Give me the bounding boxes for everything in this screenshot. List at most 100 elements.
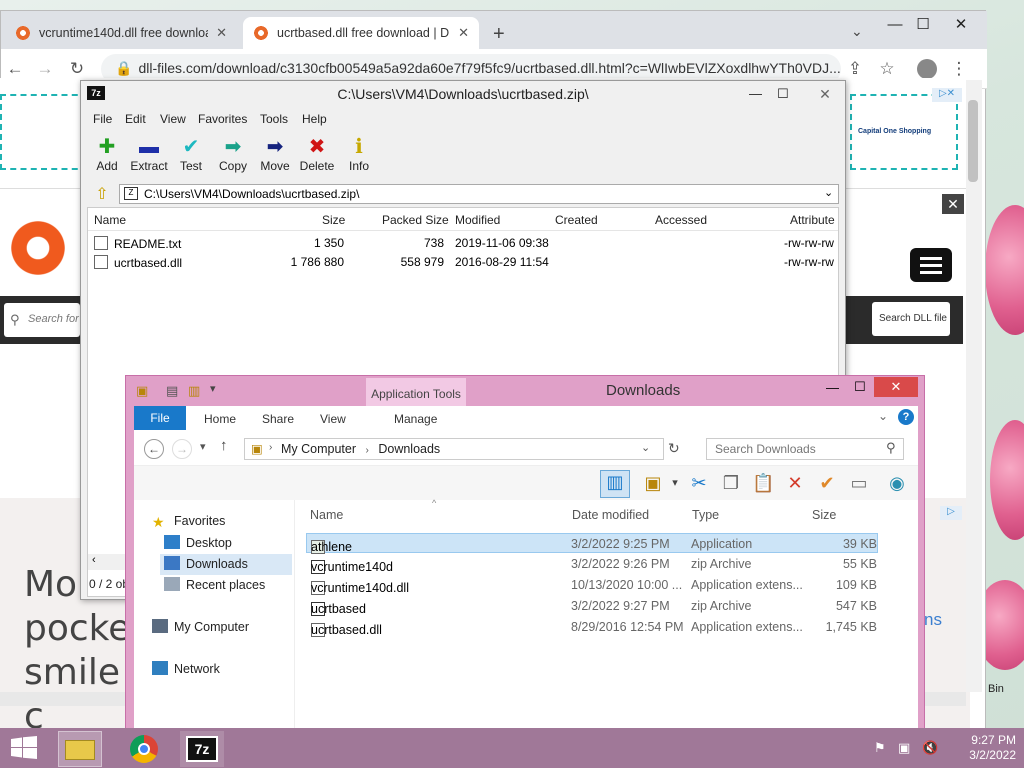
chrome-taskbar-icon[interactable] (122, 731, 166, 767)
table-row[interactable]: README.txt (94, 236, 181, 251)
checkmark-icon[interactable]: ✔ (816, 472, 838, 494)
nav-recent-places[interactable]: Recent places (164, 577, 265, 592)
tab-share[interactable]: Share (262, 412, 294, 426)
forward-icon[interactable]: → (172, 439, 192, 459)
new-folder-icon[interactable]: ▥ (188, 383, 200, 399)
breadcrumb-my-computer[interactable]: My Computer (281, 442, 356, 456)
new-tab-button[interactable]: + (493, 23, 505, 46)
col-name[interactable]: Name (94, 213, 126, 227)
hamburger-menu-button[interactable] (910, 248, 952, 282)
search-downloads-input[interactable]: Search Downloads (706, 438, 904, 460)
preview-pane-icon[interactable]: ▥ (600, 470, 630, 498)
back-icon[interactable]: ← (144, 439, 164, 459)
back-icon[interactable]: ← (5, 59, 25, 79)
add-button[interactable]: ✚ Add (84, 135, 130, 173)
quick-access-folder-icon[interactable]: ▣ (136, 383, 148, 399)
close-icon[interactable]: ✕ (943, 11, 979, 41)
rename-icon[interactable]: ▭ (848, 472, 870, 494)
delete-icon[interactable]: ✕ (784, 472, 806, 494)
recent-locations-icon[interactable]: ▾ (200, 440, 206, 453)
up-arrow-icon[interactable]: ↑ (220, 437, 228, 454)
menu-edit[interactable]: Edit (125, 112, 146, 126)
maximize-icon[interactable]: ☐ (777, 81, 789, 107)
menu-kebab-icon[interactable]: ⋮ (949, 59, 969, 79)
col-created[interactable]: Created (555, 213, 598, 227)
ad-choices-icon[interactable]: ▷✕ (932, 88, 962, 102)
share-icon[interactable]: ⇪ (845, 59, 865, 79)
close-icon[interactable]: ✕ (874, 377, 918, 397)
col-modified[interactable]: Modified (455, 213, 500, 227)
info-button[interactable]: ℹ Info (336, 135, 382, 173)
ribbon-expand-icon[interactable]: ⌄ (878, 409, 888, 423)
profile-avatar[interactable] (917, 59, 937, 79)
tab-file[interactable]: File (134, 406, 186, 430)
file-explorer-taskbar-icon[interactable] (58, 731, 102, 767)
col-attribute[interactable]: Attribute (790, 213, 835, 227)
7zip-taskbar-icon[interactable]: 7z (180, 731, 224, 767)
help-icon[interactable]: ? (898, 409, 914, 425)
chevron-down-icon[interactable]: ▾ (664, 472, 686, 494)
paste-icon[interactable]: 📋 (752, 472, 774, 494)
extract-button[interactable]: ▬ Extract (126, 135, 172, 173)
browser-tab-ucrtbased[interactable]: ucrtbased.dll free download | DLL ✕ (243, 17, 479, 49)
nav-network[interactable]: Network (152, 661, 220, 676)
breadcrumb-downloads[interactable]: Downloads (378, 442, 440, 456)
nav-desktop[interactable]: Desktop (164, 535, 232, 550)
move-button[interactable]: ➡ Move (252, 135, 298, 173)
move-to-icon[interactable]: ▣ (642, 472, 664, 494)
nav-downloads[interactable]: Downloads (160, 554, 292, 575)
maximize-icon[interactable]: ☐ (854, 379, 866, 395)
reload-icon[interactable]: ↻ (67, 59, 87, 79)
windows-start-icon[interactable] (10, 736, 38, 760)
col-accessed[interactable]: Accessed (655, 213, 707, 227)
search-dll-button[interactable]: Search DLL file (872, 302, 950, 336)
menu-favorites[interactable]: Favorites (198, 112, 247, 126)
bookmark-star-icon[interactable]: ☆ (877, 59, 897, 79)
menu-tools[interactable]: Tools (260, 112, 288, 126)
minimize-icon[interactable]: — (826, 380, 839, 395)
copy-icon[interactable]: ❐ (720, 472, 742, 494)
7zip-address-bar[interactable]: Z C:\Users\VM4\Downloads\ucrtbased.zip\ … (119, 184, 839, 204)
properties-icon[interactable]: ▤ (166, 383, 178, 399)
refresh-icon[interactable]: ↻ (668, 440, 680, 457)
cut-icon[interactable]: ✂ (688, 472, 710, 494)
test-button[interactable]: ✔ Test (168, 135, 214, 173)
maximize-icon[interactable]: ☐ (905, 11, 941, 41)
volume-muted-icon[interactable]: 🔇 (922, 740, 938, 756)
forward-icon[interactable]: → (35, 59, 55, 79)
ad-banner-left[interactable] (0, 94, 88, 170)
scrollbar-thumb[interactable] (968, 100, 978, 182)
minimize-icon[interactable]: — (749, 81, 762, 107)
col-name[interactable]: Name (310, 508, 343, 522)
col-date-modified[interactable]: Date modified (572, 508, 649, 522)
globe-icon[interactable]: ◉ (886, 472, 908, 494)
tab-search-icon[interactable]: ⌄ (851, 23, 863, 40)
network-status-icon[interactable]: ▣ (898, 740, 910, 756)
chevron-down-icon[interactable]: ⌄ (824, 186, 833, 199)
tab-manage[interactable]: Manage (394, 412, 437, 426)
delete-button[interactable]: ✖ Delete (294, 135, 340, 173)
file-row-vcruntime140d-dll[interactable]: vcruntime140d.dll 10/13/2020 10:00 ... A… (306, 575, 878, 595)
menu-file[interactable]: File (93, 112, 112, 126)
menu-view[interactable]: View (160, 112, 186, 126)
ad-banner-right[interactable]: Capital One Shopping (850, 94, 958, 170)
dll-files-logo-icon[interactable] (6, 216, 70, 280)
file-row-vcruntime140d-zip[interactable]: vcruntime140d 3/2/2022 9:26 PM zip Archi… (306, 554, 878, 574)
menu-help[interactable]: Help (302, 112, 327, 126)
browser-tab-vcruntime[interactable]: vcruntime140d.dll free download ✕ (5, 17, 237, 49)
tab-view[interactable]: View (320, 412, 346, 426)
file-row-ucrtbased-zip[interactable]: ucrtbased 3/2/2022 9:27 PM zip Archive 5… (306, 596, 878, 616)
copy-button[interactable]: ➡ Copy (210, 135, 256, 173)
col-size[interactable]: Size (812, 508, 836, 522)
close-icon[interactable]: ✕ (805, 81, 845, 107)
system-clock[interactable]: 9:27 PM 3/2/2022 (952, 733, 1016, 763)
close-tab-icon[interactable]: ✕ (450, 25, 469, 41)
ad-choices-icon[interactable]: ▷ (940, 506, 962, 520)
table-row[interactable]: ucrtbased.dll (94, 255, 182, 270)
action-center-flag-icon[interactable]: ⚑ (874, 740, 886, 756)
col-size[interactable]: Size (322, 213, 345, 227)
nav-my-computer[interactable]: My Computer (152, 619, 249, 634)
recycle-bin-label[interactable]: Bin (988, 683, 1004, 695)
col-packed-size[interactable]: Packed Size (382, 213, 449, 227)
tab-home[interactable]: Home (204, 412, 236, 426)
